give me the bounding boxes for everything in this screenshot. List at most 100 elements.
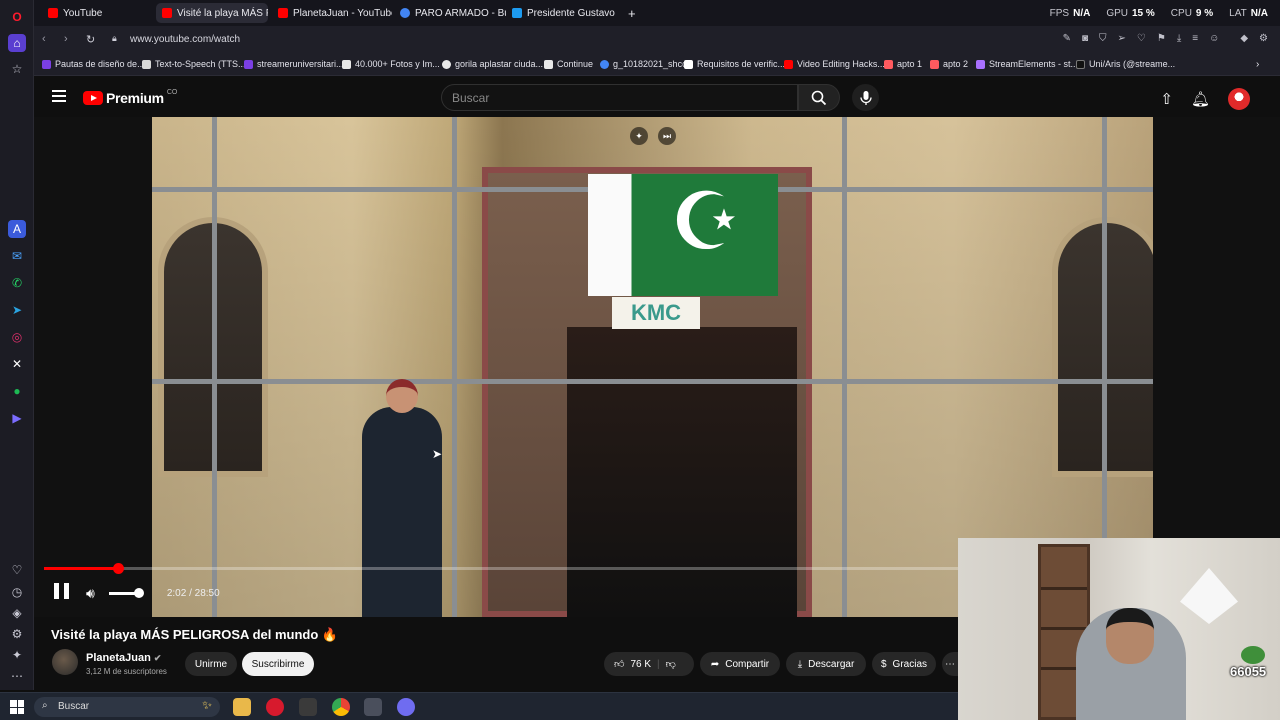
windows-start-icon[interactable]: [10, 700, 24, 714]
scaffold-pole: [452, 117, 457, 617]
bookmark-item[interactable]: apto 2: [930, 59, 968, 69]
new-tab-button[interactable]: +: [622, 3, 642, 23]
opera-gx-icon[interactable]: [266, 698, 284, 716]
bookmark-label: 40.000+ Fotos y Im...: [355, 59, 440, 69]
app-icon[interactable]: [299, 698, 317, 716]
send-icon[interactable]: ➢: [1118, 33, 1126, 44]
more-actions-button[interactable]: ⋯: [942, 652, 958, 676]
heart-outline-icon[interactable]: ♡: [1137, 33, 1146, 44]
autoplay-sparkle-icon[interactable]: ✦: [630, 127, 648, 145]
spotify-icon[interactable]: ●: [8, 382, 26, 400]
taskbar-search[interactable]: ⌕ Buscar ✨︎: [34, 697, 220, 717]
bookmark-favicon-icon: [342, 59, 351, 69]
bookmark-item[interactable]: g_10182021_shcc: [600, 59, 687, 69]
user-avatar[interactable]: [1228, 88, 1250, 110]
dislike-icon[interactable]: 👎︎: [666, 658, 676, 670]
file-explorer-icon[interactable]: [233, 698, 251, 716]
tab-youtube[interactable]: YouTube: [42, 3, 152, 23]
channel-avatar[interactable]: [52, 649, 78, 675]
share-label: Compartir: [725, 658, 770, 670]
more-icon[interactable]: ⋯: [8, 667, 26, 685]
join-button[interactable]: Unirme: [185, 652, 237, 676]
whatsapp-icon[interactable]: ✆: [8, 274, 26, 292]
extensions-icon[interactable]: ◆: [1240, 33, 1248, 44]
star-icon[interactable]: ☆: [8, 60, 26, 78]
tab-label: Visité la playa MÁS P...: [177, 7, 268, 19]
bookmark-item[interactable]: Video Editing Hacks...: [784, 59, 885, 69]
bookmark-item[interactable]: Requisitos de verific...: [684, 59, 785, 69]
twitter-favicon-icon: [512, 8, 522, 18]
cube-icon[interactable]: ◈: [8, 604, 26, 622]
youtube-premium-logo[interactable]: Premium CO: [83, 89, 177, 106]
tab-google-search[interactable]: PARO ARMADO - Buscar: [394, 3, 506, 23]
discord-icon[interactable]: [397, 698, 415, 716]
forward-icon[interactable]: ›: [64, 33, 68, 45]
person-head: [386, 379, 418, 413]
bookmark-item[interactable]: gorila aplastar ciuda...: [442, 59, 543, 69]
history-icon[interactable]: ◷: [8, 583, 26, 601]
hamburger-menu-icon[interactable]: [52, 90, 66, 102]
progress-bar[interactable]: [44, 563, 1094, 574]
bookmark-item[interactable]: apto 1: [884, 59, 922, 69]
chrome-icon[interactable]: [332, 698, 350, 716]
url-field[interactable]: www.youtube.com/watch: [130, 34, 240, 45]
bookmark-item[interactable]: StreamElements - st...: [976, 59, 1078, 69]
search-input[interactable]: Buscar: [441, 84, 798, 111]
profile-icon[interactable]: ☺: [1209, 33, 1219, 44]
download-button[interactable]: ⤓ Descargar: [786, 652, 866, 676]
messenger-icon[interactable]: ✉: [8, 247, 26, 265]
channel-name[interactable]: PlanetaJuan ✔: [86, 652, 161, 664]
voice-search-button[interactable]: [852, 84, 879, 111]
camera-icon[interactable]: ◙: [1082, 33, 1088, 44]
player-icon[interactable]: ▶: [8, 409, 26, 427]
volume-slider[interactable]: [108, 587, 144, 598]
bookmark-item[interactable]: Continue: [544, 59, 593, 69]
settings-icon[interactable]: ⚙: [8, 625, 26, 643]
download-icon[interactable]: ⤓: [1177, 33, 1181, 44]
bookmark-item[interactable]: 40.000+ Fotos y Im...: [342, 59, 440, 69]
bookmark-item[interactable]: streameruniversitari...: [244, 59, 344, 69]
progress-played: [44, 567, 118, 570]
address-bar-row: ‹ › ↻ 🔒︎ www.youtube.com/watch ✎ ◙ ⛉ ➢ ♡…: [34, 26, 1280, 54]
bookmark-label: Uni/Aris (@streame...: [1089, 59, 1176, 69]
bookmark-item[interactable]: Uni/Aris (@streame...: [1076, 59, 1175, 69]
thanks-button[interactable]: $ Gracias: [872, 652, 936, 676]
bookmarks-overflow-icon[interactable]: ›: [1256, 59, 1259, 70]
share-button[interactable]: ➦ Compartir: [700, 652, 780, 676]
menu-lines-icon[interactable]: ≡: [1192, 33, 1198, 44]
tab-active-video[interactable]: Visité la playa MÁS P...: [156, 3, 268, 23]
bookmark-icon[interactable]: ⚑: [1157, 33, 1166, 44]
player-controls: 🔊︎ 2:02 / 28:50: [50, 583, 220, 603]
bookmark-label: apto 1: [897, 59, 923, 69]
instagram-icon[interactable]: ◎: [8, 328, 26, 346]
home-icon[interactable]: ⌂: [8, 34, 26, 52]
calculator-icon[interactable]: [364, 698, 382, 716]
opera-logo-icon[interactable]: O: [8, 8, 26, 26]
lightbulb-icon[interactable]: ✦: [8, 646, 26, 664]
back-icon[interactable]: ‹: [42, 33, 46, 45]
like-icon[interactable]: 👍︎: [614, 658, 624, 670]
edit-icon[interactable]: ✎: [1063, 33, 1071, 44]
tab-petro[interactable]: Presidente Gustavo Petro: [506, 3, 616, 23]
settings-sliders-icon[interactable]: ⚙: [1259, 33, 1268, 44]
bookmark-favicon-icon: [784, 59, 793, 69]
progress-scrubber[interactable]: [113, 563, 124, 574]
bookmark-item[interactable]: Pautas de diseño de...: [42, 59, 145, 69]
aria-icon[interactable]: A: [8, 220, 26, 238]
tab-planetajuan[interactable]: PlanetaJuan - YouTube: [272, 3, 392, 23]
bookmark-item[interactable]: Text-to-Speech (TTS...: [142, 59, 246, 69]
volume-icon[interactable]: 🔊︎: [86, 585, 95, 602]
heart-icon[interactable]: ♡: [8, 561, 26, 579]
skip-next-icon[interactable]: ⏭︎: [658, 127, 676, 145]
reload-icon[interactable]: ↻: [86, 33, 95, 46]
shield-icon[interactable]: ⛉: [1099, 33, 1107, 44]
telegram-icon[interactable]: ➤: [8, 301, 26, 319]
pause-button[interactable]: [50, 583, 72, 603]
notifications-bell-icon[interactable]: 🔔︎: [1191, 90, 1210, 108]
x-icon[interactable]: ✕: [8, 355, 26, 373]
subscribe-button[interactable]: Suscribirme: [242, 652, 314, 676]
search-button[interactable]: [798, 84, 840, 111]
logo-text: Premium: [106, 90, 164, 106]
upload-icon[interactable]: ⇧: [1160, 90, 1173, 108]
like-count[interactable]: 76 K: [630, 659, 651, 670]
